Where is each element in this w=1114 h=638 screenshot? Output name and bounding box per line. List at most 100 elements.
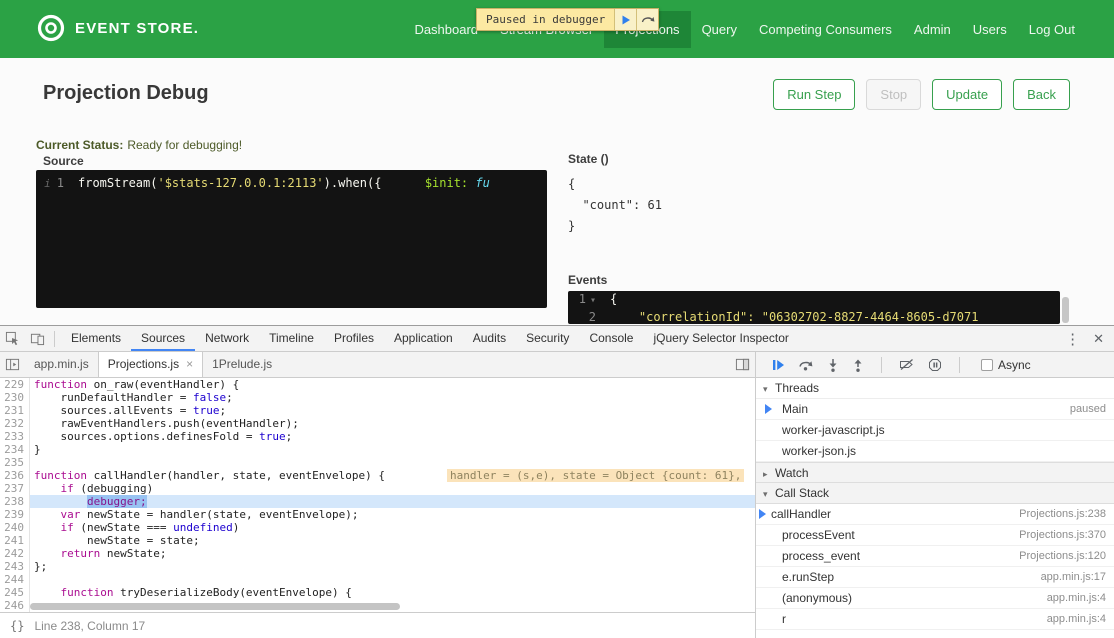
line-number-238[interactable]: 238 (0, 495, 30, 508)
back-button[interactable]: Back (1013, 79, 1070, 110)
nav-item-log-out[interactable]: Log Out (1018, 11, 1086, 48)
code-line-242: 242 return newState; (0, 547, 755, 560)
pretty-print-icon[interactable]: {} (10, 619, 24, 633)
line-number-231[interactable]: 231 (0, 404, 30, 417)
source-code-text: fromStream('$stats-127.0.0.1:2113').when… (70, 174, 547, 193)
code-line-238: 238 debugger; (0, 495, 755, 508)
line-number-245[interactable]: 245 (0, 586, 30, 599)
eventstore-logo[interactable]: EVENT STORE. (36, 13, 199, 43)
update-button[interactable]: Update (932, 79, 1002, 110)
file-tab-app-min-js[interactable]: app.min.js (25, 352, 98, 377)
events-gutter[interactable]: 1▾ (568, 291, 602, 309)
horizontal-scrollbar[interactable] (30, 603, 400, 610)
step-out-button[interactable] (852, 358, 864, 372)
devtools-menu-icon[interactable]: ⋮ (1065, 330, 1080, 348)
pause-on-exceptions-button[interactable] (928, 358, 942, 372)
devtools-tab-audits[interactable]: Audits (463, 326, 516, 351)
inspect-element-icon[interactable] (5, 331, 20, 346)
line-number-242[interactable]: 242 (0, 547, 30, 560)
devtools-tab-security[interactable]: Security (516, 326, 579, 351)
run-step-button[interactable]: Run Step (773, 79, 855, 110)
line-number-233[interactable]: 233 (0, 430, 30, 443)
current-status-line: Current Status:Ready for debugging! (36, 138, 242, 152)
line-number-234[interactable]: 234 (0, 443, 30, 456)
code-text (30, 573, 755, 586)
devtools-tab-elements[interactable]: Elements (61, 326, 131, 351)
callstack-frame-callhandler[interactable]: callHandlerProjections.js:238 (756, 504, 1114, 525)
line-number-232[interactable]: 232 (0, 417, 30, 430)
frame-name: callHandler (771, 507, 1019, 521)
fold-caret-icon[interactable]: ▾ (590, 295, 596, 306)
thread-row-main[interactable]: Mainpaused (756, 399, 1114, 420)
devtools-tab-profiles[interactable]: Profiles (324, 326, 384, 351)
callstack-section-header[interactable]: ▾Call Stack (756, 483, 1114, 504)
logo-text: EVENT STORE. (75, 20, 199, 37)
code-text: return newState; (30, 547, 755, 560)
collapse-triangle-icon: ▸ (763, 464, 775, 484)
frame-name: processEvent (782, 528, 1019, 542)
thread-row-worker-json-js[interactable]: worker-json.js (756, 441, 1114, 462)
show-navigator-icon[interactable] (5, 352, 20, 377)
line-number-230[interactable]: 230 (0, 391, 30, 404)
line-number-246[interactable]: 246 (0, 599, 30, 612)
code-text (30, 456, 755, 469)
line-number-236[interactable]: 236 (0, 469, 30, 482)
devtools-tab-application[interactable]: Application (384, 326, 463, 351)
file-tab-1prelude-js[interactable]: 1Prelude.js (203, 352, 281, 377)
stop-button[interactable]: Stop (866, 79, 921, 110)
nav-item-query[interactable]: Query (691, 11, 748, 48)
callstack-frame-anonymous[interactable]: (anonymous)app.min.js:4 (756, 588, 1114, 609)
thread-status: paused (1070, 403, 1114, 415)
callstack-frame-e-runstep[interactable]: e.runStepapp.min.js:17 (756, 567, 1114, 588)
file-tab-list: app.min.jsProjections.js×1Prelude.js (25, 352, 281, 377)
callstack-frame-processevent[interactable]: processEventProjections.js:370 (756, 525, 1114, 546)
nav-item-admin[interactable]: Admin (903, 11, 962, 48)
events-code-text: { (602, 291, 1060, 309)
device-toolbar-icon[interactable] (30, 331, 45, 346)
code-editor[interactable]: 229function on_raw(eventHandler) {230 ru… (0, 378, 755, 612)
line-number-237[interactable]: 237 (0, 482, 30, 495)
deactivate-breakpoints-button[interactable] (899, 358, 915, 371)
devtools-tab-timeline[interactable]: Timeline (259, 326, 324, 351)
banner-resume-button[interactable] (614, 9, 636, 30)
code-line-239: 239 var newState = handler(state, eventE… (0, 508, 755, 521)
events-scrollbar[interactable] (1062, 297, 1069, 323)
banner-step-over-button[interactable] (636, 9, 658, 30)
code-text: newState = state; (30, 534, 755, 547)
step-into-button[interactable] (827, 358, 839, 372)
nav-item-competing-consumers[interactable]: Competing Consumers (748, 11, 903, 48)
code-line-243: 243}; (0, 560, 755, 573)
nav-item-users[interactable]: Users (962, 11, 1018, 48)
line-number-239[interactable]: 239 (0, 508, 30, 521)
events-gutter[interactable]: 2 (568, 309, 602, 324)
devtools-close-icon[interactable]: ✕ (1093, 331, 1104, 347)
line-number-243[interactable]: 243 (0, 560, 30, 573)
devtools-tab-console[interactable]: Console (579, 326, 643, 351)
editor-status-bar: {} Line 238, Column 17 (0, 612, 755, 638)
async-checkbox[interactable] (981, 359, 993, 371)
watch-section-header[interactable]: ▸Watch (756, 462, 1114, 483)
source-code-editor[interactable]: i1fromStream('$stats-127.0.0.1:2113').wh… (36, 170, 547, 308)
close-tab-icon[interactable]: × (186, 357, 193, 371)
line-number-235[interactable]: 235 (0, 456, 30, 469)
events-code-editor[interactable]: 1▾{2 "correlationId": "06302702-8827-446… (568, 291, 1060, 324)
devtools-main-toolbar: ElementsSourcesNetworkTimelineProfilesAp… (0, 326, 1114, 352)
step-over-button[interactable] (798, 358, 814, 371)
panel-toggle-icon[interactable] (735, 352, 750, 377)
devtools-tab-sources[interactable]: Sources (131, 326, 195, 351)
resume-script-button[interactable] (772, 359, 785, 371)
devtools-tab-jquery-selector-inspector[interactable]: jQuery Selector Inspector (643, 326, 798, 351)
devtools-tab-network[interactable]: Network (195, 326, 259, 351)
file-tab-projections-js[interactable]: Projections.js× (98, 352, 203, 377)
callstack-frame-process-event[interactable]: process_eventProjections.js:120 (756, 546, 1114, 567)
callstack-frame-r[interactable]: rapp.min.js:4 (756, 609, 1114, 630)
thread-row-worker-javascript-js[interactable]: worker-javascript.js (756, 420, 1114, 441)
line-number-240[interactable]: 240 (0, 521, 30, 534)
frame-name: e.runStep (782, 570, 1041, 584)
line-number-241[interactable]: 241 (0, 534, 30, 547)
threads-section-header[interactable]: ▾Threads (756, 378, 1114, 399)
line-number-244[interactable]: 244 (0, 573, 30, 586)
source-gutter[interactable]: i1 (36, 174, 70, 193)
code-text: } (30, 443, 755, 456)
line-number-229[interactable]: 229 (0, 378, 30, 391)
